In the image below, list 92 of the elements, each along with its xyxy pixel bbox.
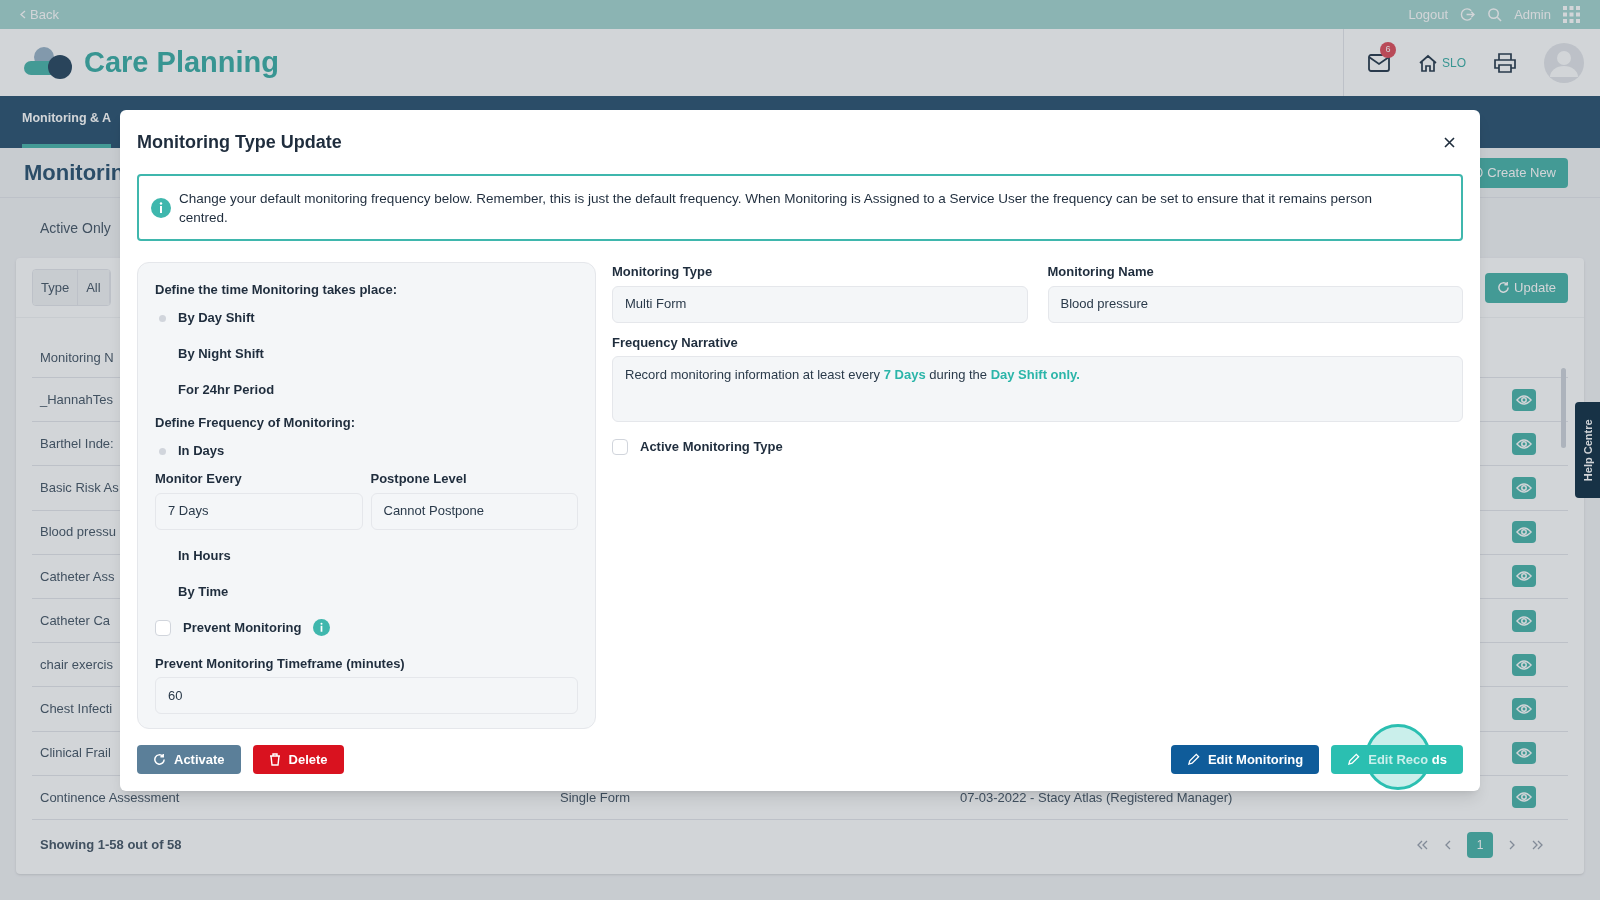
option-label[interactable]: By Day Shift xyxy=(178,308,255,328)
checkbox-label: Active Monitoring Type xyxy=(640,438,783,457)
logout-icon[interactable] xyxy=(1460,7,1476,22)
next-page-icon[interactable] xyxy=(1509,839,1516,850)
pencil-icon xyxy=(1347,753,1361,766)
previous-page-icon[interactable] xyxy=(1444,839,1451,850)
input-field[interactable]: Multi Form xyxy=(612,285,1028,323)
table-cell: Blood pressu xyxy=(40,524,116,540)
table-cell: Basic Risk As xyxy=(40,480,119,496)
view-button[interactable] xyxy=(1512,786,1536,809)
eye-icon xyxy=(1516,658,1532,671)
field-label: Monitor Every xyxy=(155,470,243,488)
option-label[interactable]: By Time xyxy=(178,581,229,602)
eye-icon xyxy=(1516,614,1532,627)
table-cell: Clinical Frail xyxy=(40,745,111,761)
eye-icon xyxy=(1516,393,1532,406)
page-title: Monitorin xyxy=(24,159,125,187)
view-button[interactable] xyxy=(1512,476,1536,499)
view-button[interactable] xyxy=(1512,432,1536,455)
input-field[interactable]: 60 xyxy=(155,677,578,714)
table-cell: Catheter Ca xyxy=(40,612,111,628)
view-button[interactable] xyxy=(1512,653,1536,676)
eye-icon xyxy=(1516,791,1532,804)
input-field[interactable]: 7 Days xyxy=(155,492,363,530)
table-cell: chair exercis xyxy=(40,656,113,672)
view-button[interactable] xyxy=(1512,388,1536,411)
section-label: Define Frequency of Monitoring: xyxy=(155,414,357,432)
option-label[interactable]: In Days xyxy=(178,441,225,461)
field-label: Prevent Monitoring Timeframe (minutes) xyxy=(155,654,406,673)
section-label: Define the time Monitoring takes place: xyxy=(155,281,398,299)
view-button[interactable] xyxy=(1512,609,1536,632)
table-cell: Barthel Inde: xyxy=(40,436,114,452)
checkbox-label: Prevent Monitoring xyxy=(183,618,302,637)
segment-tab[interactable]: All xyxy=(78,269,110,306)
refresh-icon xyxy=(153,753,166,766)
eye-icon xyxy=(1516,481,1532,494)
app-title: Care Planning xyxy=(84,44,279,80)
trash-icon xyxy=(268,753,281,766)
option-label[interactable]: For 24hr Period xyxy=(178,380,275,400)
table-cell: Single Form xyxy=(560,789,631,805)
info-icon xyxy=(151,197,171,218)
last-page-icon[interactable] xyxy=(1532,839,1544,850)
info-icon[interactable] xyxy=(313,619,331,636)
table-cell: _HannahTes xyxy=(40,391,113,407)
field-label: Postpone Level xyxy=(370,470,468,488)
modal-title: Monitoring Type Update xyxy=(137,130,342,154)
chevron-left-icon xyxy=(20,10,26,19)
edit-monitoring-button[interactable]: Edit Monitoring xyxy=(1170,745,1320,774)
notification-badge: 6 xyxy=(1380,41,1396,58)
table-cell-text: 07-03-2022 - Stacy Atlas (Registered Manager) xyxy=(960,788,1233,807)
table-cell: Chest Infecti xyxy=(40,701,113,717)
view-button[interactable] xyxy=(1512,565,1536,588)
narrative-field[interactable]: Record monitoring information at least every 7 Days during the Day Shift only. xyxy=(612,356,1463,422)
table-cell: Catheter Ass xyxy=(40,568,115,584)
info-text: Change your default monitoring frequency below. Remember, this is just the default frequency. When Monitoring is Assigned to a Service User the frequency can be set to ensure that it remains person centred. xyxy=(179,189,1373,227)
activate-button[interactable]: Activate xyxy=(137,745,241,774)
checkbox[interactable] xyxy=(612,439,628,455)
eye-icon xyxy=(1516,747,1532,760)
field-label: Monitoring Type xyxy=(612,263,714,281)
close-icon[interactable] xyxy=(1444,136,1455,148)
table-cell: Continence Assessment xyxy=(40,789,180,805)
eye-icon xyxy=(1516,570,1532,583)
field-label: Frequency Narrative xyxy=(612,333,739,352)
option-label[interactable]: By Night Shift xyxy=(178,344,264,364)
eye-icon xyxy=(1516,702,1532,715)
logo-icon xyxy=(24,44,72,81)
field-label: Monitoring Name xyxy=(1047,263,1155,281)
eye-icon xyxy=(1516,437,1532,450)
input-field[interactable]: Cannot Postpone xyxy=(370,492,578,530)
results-count: Showing 1-58 out of 58 xyxy=(40,836,182,855)
view-button[interactable] xyxy=(1512,697,1536,720)
input-field[interactable]: Blood pressure xyxy=(1047,285,1463,323)
pencil-icon xyxy=(1186,753,1200,766)
checkbox[interactable] xyxy=(155,619,171,636)
search-icon[interactable] xyxy=(1487,7,1503,22)
first-page-icon[interactable] xyxy=(1416,839,1428,850)
refresh-icon xyxy=(1497,281,1511,294)
help-centre-tab[interactable]: Help Centre xyxy=(1575,402,1600,498)
view-button[interactable] xyxy=(1512,742,1536,765)
segment-tab[interactable]: Type xyxy=(33,269,79,306)
option-label[interactable]: In Hours xyxy=(178,545,231,566)
home-icon xyxy=(1418,53,1438,72)
delete-button[interactable]: Delete xyxy=(252,745,344,774)
mail-icon[interactable] xyxy=(1368,53,1390,72)
filter-tab[interactable]: Active Only xyxy=(40,217,111,239)
apps-grid-icon[interactable] xyxy=(1563,6,1580,23)
eye-icon xyxy=(1516,526,1532,539)
column-header: Monitoring N xyxy=(40,348,114,367)
view-button[interactable] xyxy=(1512,521,1536,544)
printer-icon[interactable] xyxy=(1494,52,1516,73)
nav-tab[interactable]: Monitoring & A xyxy=(22,109,112,148)
home-label: SLO xyxy=(1442,54,1466,72)
